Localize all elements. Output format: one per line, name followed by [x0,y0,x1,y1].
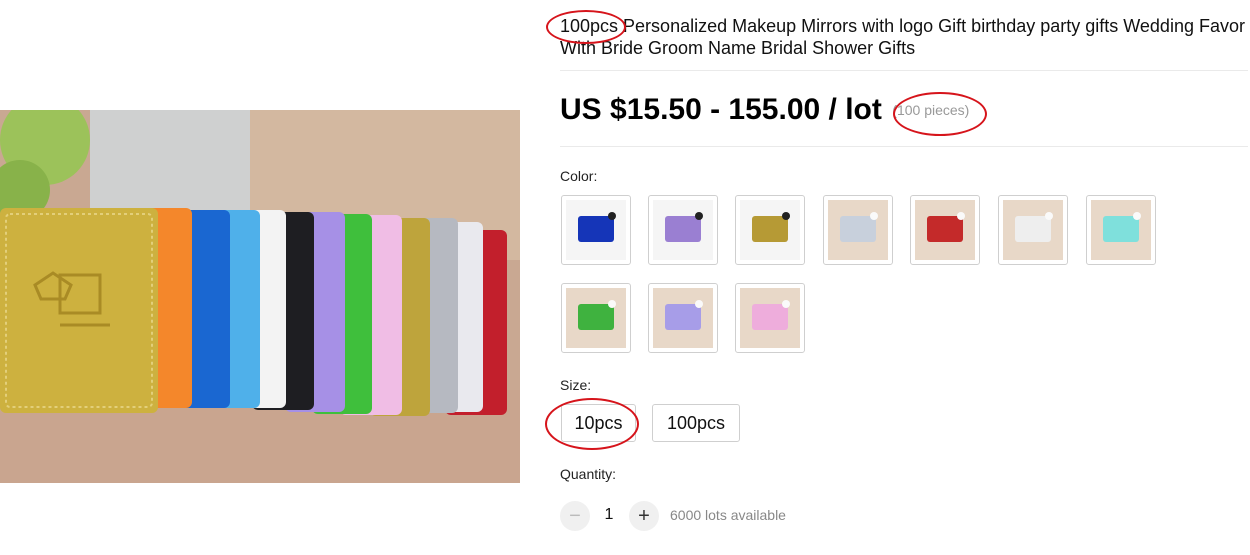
color-swatch[interactable] [1086,195,1156,265]
lavender-mirror-icon [653,288,713,348]
color-swatch[interactable] [561,195,631,265]
teal-mirror-icon [1091,200,1151,260]
color-swatch[interactable] [561,283,631,353]
color-swatch[interactable] [823,195,893,265]
color-label: Color: [560,168,598,184]
product-image [0,110,520,483]
color-swatch[interactable] [735,283,805,353]
color-swatch[interactable] [648,283,718,353]
quantity-increase-button[interactable]: + [629,501,659,531]
green-mirror-icon [566,288,626,348]
pieces-note: (100 pieces) [892,102,970,118]
color-swatch[interactable] [735,195,805,265]
product-title: 100pcs Personalized Makeup Mirrors with … [560,16,1245,58]
price-divider [560,146,1248,147]
white-mirror-icon [1003,200,1063,260]
size-option-10pcs[interactable]: 10pcs [561,404,636,442]
quantity-decrease-button[interactable]: − [560,501,590,531]
title-divider [560,70,1248,71]
quantity-value[interactable]: 1 [596,506,622,524]
color-swatch[interactable] [648,195,718,265]
red-mirror-icon [915,200,975,260]
color-swatch[interactable] [910,195,980,265]
price-row: US $15.50 - 155.00 / lot (100 pieces) [560,93,969,133]
quantity-label: Quantity: [560,466,617,482]
availability-text: 6000 lots available [670,507,786,523]
silver-mirror-icon [828,200,888,260]
purple-mirror-icon [653,200,713,260]
blue-mirror-icon [566,200,626,260]
price: US $15.50 - 155.00 / lot [560,93,882,126]
gold-mirror-icon [740,200,800,260]
size-label: Size: [560,377,592,393]
size-option-100pcs[interactable]: 100pcs [652,404,740,442]
color-swatch[interactable] [998,195,1068,265]
pink-mirror-icon [740,288,800,348]
